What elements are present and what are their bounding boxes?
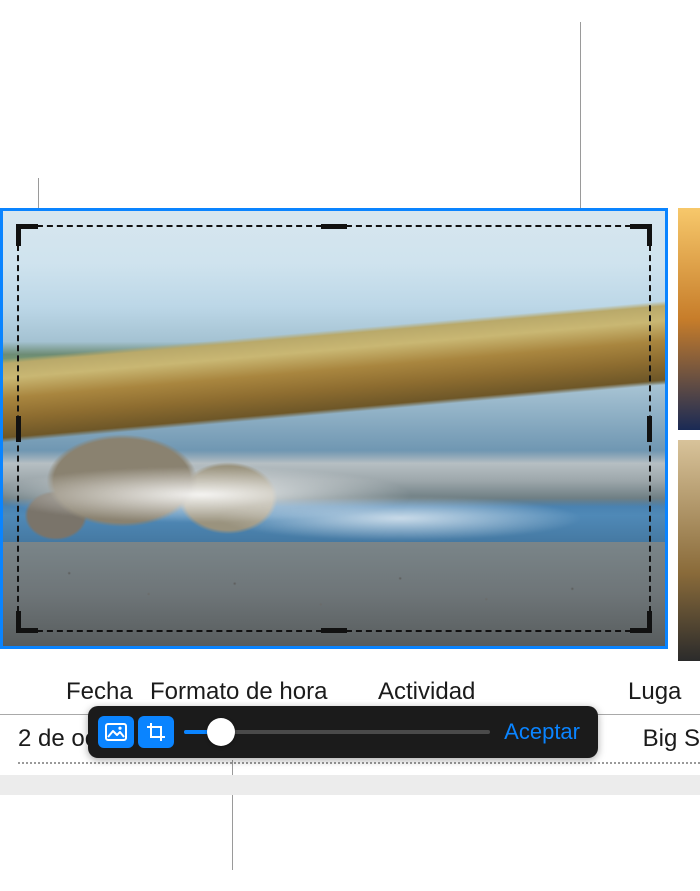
crop-toolbar: Aceptar [88, 706, 598, 758]
mode-photo-button[interactable] [98, 716, 134, 748]
cell-place[interactable]: Big S [643, 725, 700, 753]
photo-content-foam [3, 463, 665, 541]
photo-row [0, 208, 700, 661]
selected-photo[interactable] [0, 208, 668, 649]
column-header-activity[interactable]: Actividad [378, 678, 628, 706]
slider-thumb[interactable] [207, 718, 235, 746]
crop-icon [146, 722, 166, 742]
thumbnail-next-top[interactable] [678, 208, 700, 430]
bottom-band [0, 775, 700, 795]
column-header-date[interactable]: Fecha [0, 678, 150, 706]
column-header-time[interactable]: Formato de hora [150, 678, 378, 706]
mode-group [98, 716, 174, 748]
thumbnail-next-bottom[interactable] [678, 440, 700, 662]
column-header-place[interactable]: Luga [628, 678, 700, 706]
photo-content-pebbles [3, 542, 665, 646]
mode-crop-button[interactable] [138, 716, 174, 748]
photo-icon [105, 723, 127, 741]
cell-date[interactable]: 2 de oc [0, 725, 97, 753]
zoom-slider[interactable] [184, 716, 490, 748]
accept-button[interactable]: Aceptar [500, 715, 584, 749]
row-dotted-underline [18, 762, 700, 764]
adjacent-thumbnails [678, 208, 700, 661]
